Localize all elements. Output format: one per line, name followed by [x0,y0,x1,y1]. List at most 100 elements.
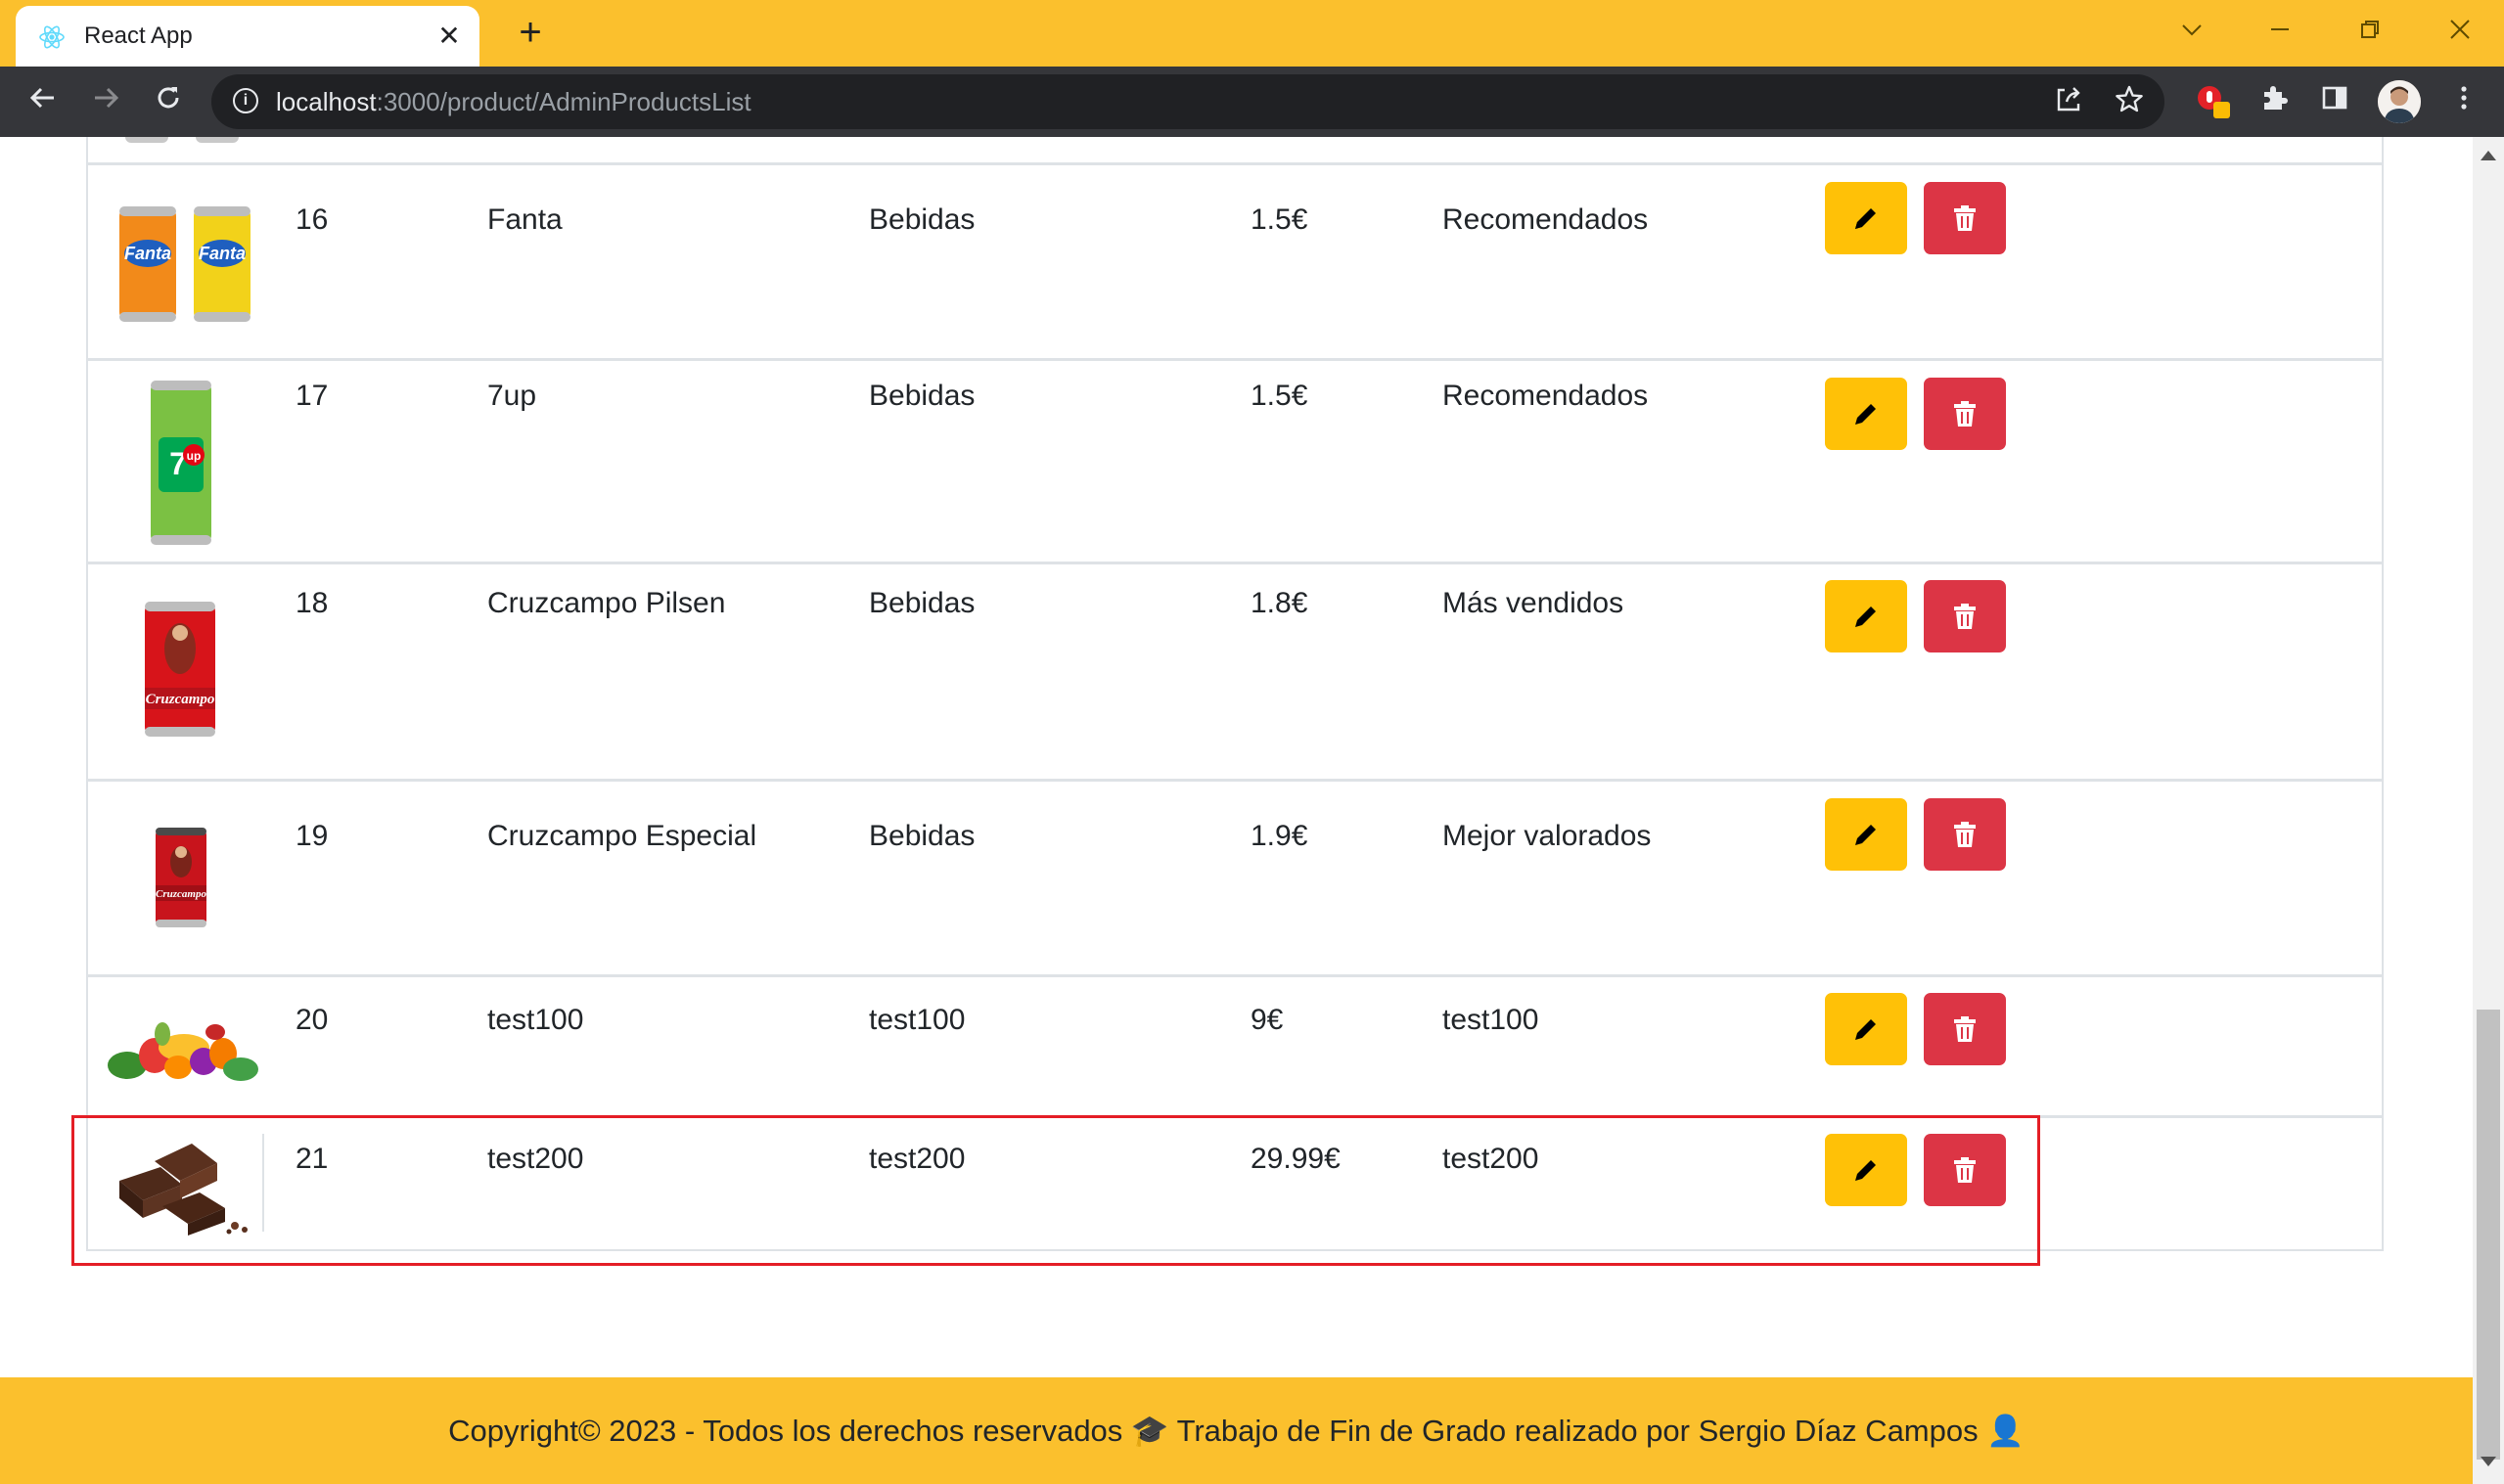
kebab-menu-icon[interactable] [2444,82,2483,121]
close-window-icon[interactable] [2440,14,2480,53]
product-section: Recomendados [1442,203,1649,236]
trash-icon [1954,1016,1976,1042]
edit-button[interactable] [1825,580,1907,652]
pencil-icon [1855,1019,1876,1040]
fruit-pile-image [108,1022,258,1081]
pencil-icon [1855,208,1876,229]
site-info-icon[interactable]: i [233,88,258,113]
product-price: 29.99€ [1251,1143,1341,1175]
share-icon[interactable] [2051,84,2086,119]
delete-button[interactable] [1924,798,2006,871]
pencil-icon [1855,404,1876,425]
close-tab-icon[interactable]: ✕ [434,22,464,51]
forward-arrow-icon[interactable] [86,82,125,121]
new-tab-button[interactable]: + [511,13,550,53]
delete-button[interactable] [1924,580,2006,652]
product-section: Recomendados [1442,380,1649,412]
trash-icon [1954,401,1976,427]
tab-search-chevron-icon[interactable] [2172,14,2211,53]
url-host: localhost [276,87,377,116]
product-id: 19 [296,820,329,852]
product-id: 16 [296,203,329,236]
product-section: Más vendidos [1442,587,1624,619]
product-price: 1.9€ [1251,820,1308,852]
delete-button[interactable] [1924,1134,2006,1206]
table-row: Cruzcampo 18 Cruzcampo Pilsen Bebidas 1.… [86,564,2384,782]
browser-toolbar: i localhost:3000/product/AdminProductsLi… [0,67,2504,137]
table-row: Fanta Fanta 16 Fanta Bebidas 1.5€ Recome… [86,165,2384,361]
url-text[interactable]: localhost:3000/product/AdminProductsList [276,86,751,117]
svg-text:Cruzcampo: Cruzcampo [156,888,206,900]
edit-button[interactable] [1825,378,1907,450]
delete-button[interactable] [1924,182,2006,254]
product-name: Fanta [487,203,563,236]
edit-button[interactable] [1825,993,1907,1065]
address-bar[interactable]: i localhost:3000/product/AdminProductsLi… [211,74,2164,129]
reload-icon[interactable] [149,82,188,121]
adblock-extension-icon[interactable] [2194,82,2233,121]
trash-icon [1954,205,1976,231]
product-name: test200 [487,1143,584,1175]
product-id: 17 [296,380,329,412]
delete-button[interactable] [1924,378,2006,450]
svg-text:Fanta: Fanta [199,244,246,263]
edit-button[interactable] [1825,182,1907,254]
svg-text:up: up [187,449,202,463]
chocolate-pieces-image [119,1144,248,1236]
fanta-cans-image: Fanta Fanta [119,206,250,322]
page-viewport: Fanta Fanta 16 Fanta Bebidas 1.5€ Recome… [0,137,2473,1484]
product-section: test100 [1442,1004,1539,1036]
browser-tab[interactable]: React App ✕ [16,6,479,67]
edit-button[interactable] [1825,798,1907,871]
7up-can-image: 7 up [151,381,211,545]
trash-icon [1954,604,1976,629]
edit-button[interactable] [1825,1134,1907,1206]
product-name: test100 [487,1004,584,1036]
product-category: test100 [869,1004,966,1036]
pencil-icon [1855,607,1876,627]
product-id: 21 [296,1143,329,1175]
product-section: Mejor valorados [1442,820,1652,852]
product-price: 1.8€ [1251,587,1308,619]
trash-icon [1954,822,1976,847]
cruzcampo-pilsen-can-image: Cruzcampo [145,602,215,737]
svg-text:Fanta: Fanta [124,244,171,263]
trash-icon [1954,1157,1976,1183]
url-path: :3000/product/AdminProductsList [376,87,751,116]
scrollbar-thumb[interactable] [2477,1010,2500,1460]
product-section: test200 [1442,1143,1539,1175]
pencil-icon [1855,1160,1876,1181]
puzzle-extensions-icon[interactable] [2254,82,2294,121]
footer-copyright-text: Copyright© 2023 - Todos los derechos res… [448,1414,2025,1448]
side-panel-icon[interactable] [2315,82,2354,121]
scroll-up-arrow-icon[interactable] [2481,151,2496,160]
react-favicon-icon [39,25,65,49]
product-price: 9€ [1251,1004,1284,1036]
product-id: 20 [296,1004,329,1036]
delete-button[interactable] [1924,993,2006,1065]
cruzcampo-especial-can-image: Cruzcampo [156,828,206,927]
browser-title-bar: React App ✕ + [0,0,2504,67]
svg-text:Cruzcampo: Cruzcampo [146,692,215,707]
product-name: 7up [487,380,537,412]
product-category: Bebidas [869,380,976,412]
restore-icon[interactable] [2350,14,2390,53]
table-row: 20 test100 test100 9€ test100 [86,977,2384,1118]
bookmark-star-icon[interactable] [2112,84,2147,119]
product-id: 18 [296,587,329,619]
page-scrollbar[interactable] [2473,137,2504,1484]
pencil-icon [1855,825,1876,845]
profile-avatar-icon[interactable] [2378,80,2421,123]
minimize-icon[interactable] [2260,14,2299,53]
table-row: 21 test200 test200 29.99€ test200 [86,1118,2384,1251]
product-category: Bebidas [869,203,976,236]
product-price: 1.5€ [1251,203,1308,236]
table-row: 7 up 17 7up Bebidas 1.5€ Recomendados [86,361,2384,564]
product-category: Bebidas [869,820,976,852]
tab-title: React App [84,22,193,49]
back-arrow-icon[interactable] [23,82,63,121]
scroll-down-arrow-icon[interactable] [2481,1457,2496,1466]
product-category: Bebidas [869,587,976,619]
product-name: Cruzcampo Pilsen [487,587,726,619]
image-cell-divider [262,1134,264,1232]
